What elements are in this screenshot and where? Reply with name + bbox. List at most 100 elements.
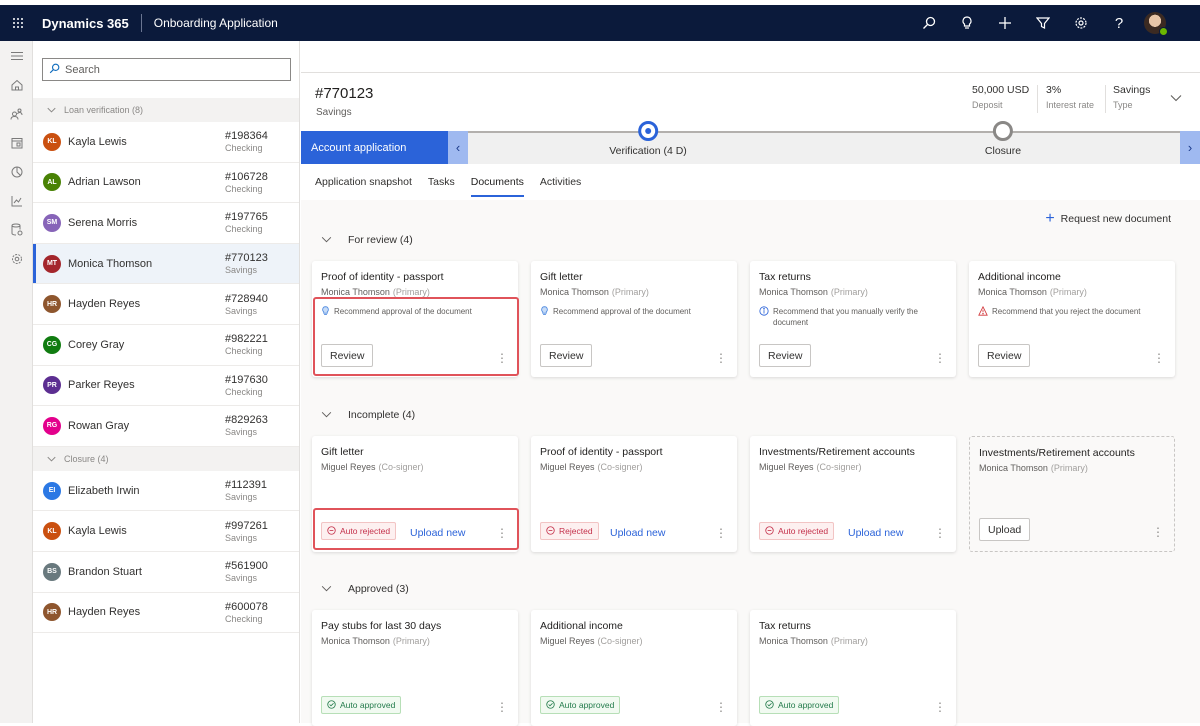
list-item-name: Elizabeth Irwin xyxy=(68,484,140,497)
tab-tasks[interactable]: Tasks xyxy=(420,176,463,200)
settings-button[interactable] xyxy=(1062,5,1100,41)
group-label: Loan verification (8) xyxy=(64,105,144,115)
status-badge: Auto approved xyxy=(540,696,621,714)
more-options-button[interactable]: ⋮ xyxy=(715,351,727,365)
more-options-button[interactable]: ⋮ xyxy=(496,701,508,713)
tab-activities[interactable]: Activities xyxy=(532,176,589,200)
account-info: #106728 Checking xyxy=(225,171,299,194)
stage-verification[interactable]: Verification (4 D) xyxy=(609,121,687,157)
list-item[interactable]: EI Elizabeth Irwin #112391 Savings xyxy=(33,471,299,512)
document-title: Investments/Retirement accounts xyxy=(759,446,915,458)
tab-application-snapshot[interactable]: Application snapshot xyxy=(307,176,420,200)
field-value: 50,000 USD xyxy=(972,84,1030,96)
list-item[interactable]: PR Parker Reyes #197630 Checking xyxy=(33,366,299,407)
more-options-button[interactable]: ⋮ xyxy=(715,701,727,713)
account-type: Savings xyxy=(225,492,258,503)
list-item[interactable]: KL Kayla Lewis #997261 Savings xyxy=(33,511,299,552)
list-group-header[interactable]: Loan verification (8) xyxy=(33,98,299,122)
owner-name: Monica Thomson xyxy=(321,287,390,297)
avatar: SM xyxy=(43,213,61,232)
review-button[interactable]: Review xyxy=(759,344,812,367)
review-button[interactable]: Review xyxy=(978,344,1031,367)
search-button[interactable] xyxy=(910,5,948,41)
record-list: Loan verification (8) KL Kayla Lewis #19836… xyxy=(33,98,299,634)
group-label: Closure (4) xyxy=(64,453,109,464)
tab-documents[interactable]: Documents xyxy=(463,176,532,200)
more-vertical-icon: ⋮ xyxy=(715,351,727,365)
chevron-down-icon xyxy=(321,410,332,421)
previous-stage-button[interactable]: ‹ xyxy=(448,131,468,164)
list-item[interactable]: BS Brandon Stuart #561900 Savings xyxy=(33,552,299,593)
stage-closure[interactable]: Closure xyxy=(985,121,1021,157)
next-stage-button[interactable]: › xyxy=(1180,131,1200,164)
owner-name: Miguel Reyes xyxy=(540,636,595,646)
search-icon xyxy=(49,63,60,77)
list-item[interactable]: SM Serena Morris #197765 Checking xyxy=(33,203,299,244)
waffle-icon xyxy=(13,18,23,28)
nav-calendar[interactable] xyxy=(0,128,33,157)
status-badge: Auto approved xyxy=(759,696,840,714)
more-vertical-icon: ⋮ xyxy=(934,526,946,540)
list-item-name: Brandon Stuart xyxy=(68,565,142,578)
help-button[interactable]: ? xyxy=(1100,5,1138,41)
owner-name: Monica Thomson xyxy=(540,287,609,297)
nav-data[interactable] xyxy=(0,215,33,244)
account-info: #829263 Savings xyxy=(225,414,299,437)
more-options-button[interactable]: ⋮ xyxy=(934,352,946,364)
list-item[interactable]: HR Hayden Reyes #728940 Savings xyxy=(33,284,299,325)
search-input[interactable]: Search xyxy=(42,58,291,81)
account-type: Checking xyxy=(225,183,263,194)
account-type: Checking xyxy=(225,346,263,357)
nav-contacts[interactable] xyxy=(0,99,33,128)
more-options-button[interactable]: ⋮ xyxy=(1152,526,1164,538)
expand-header-button[interactable] xyxy=(1170,91,1182,105)
more-options-button[interactable]: ⋮ xyxy=(1153,352,1165,364)
status-text: Rejected xyxy=(559,526,593,536)
owner-role: (Co-signer) xyxy=(597,462,643,472)
more-options-button[interactable]: ⋮ xyxy=(934,526,946,540)
section-header[interactable]: Approved (3) xyxy=(321,583,409,595)
upload-button[interactable]: Upload xyxy=(979,518,1031,541)
warning-icon xyxy=(978,305,988,319)
plus-icon: + xyxy=(1045,210,1055,227)
approved-icon xyxy=(327,699,336,711)
list-item[interactable]: KL Kayla Lewis #198364 Checking xyxy=(33,122,299,163)
document-owner: Monica Thomson (Primary) xyxy=(540,287,649,297)
nav-analytics[interactable] xyxy=(0,186,33,215)
list-item[interactable]: MT Monica Thomson #770123 Savings xyxy=(33,243,299,285)
app-launcher-button[interactable] xyxy=(0,5,36,41)
nav-settings[interactable] xyxy=(0,244,33,273)
stage-label: Closure xyxy=(984,145,1022,157)
list-item[interactable]: RG Rowan Gray #829263 Savings xyxy=(33,406,299,447)
new-button[interactable] xyxy=(986,5,1024,41)
upload-new-link[interactable]: Upload new xyxy=(610,527,665,539)
list-item[interactable]: HR Hayden Reyes #600078 Checking xyxy=(33,593,299,634)
nav-home[interactable] xyxy=(0,70,33,99)
section-header[interactable]: Incomplete (4) xyxy=(321,409,415,421)
field-divider xyxy=(1105,85,1106,113)
list-item-name: Adrian Lawson xyxy=(68,176,141,189)
upload-new-link[interactable]: Upload new xyxy=(848,527,903,539)
more-options-button[interactable]: ⋮ xyxy=(934,701,946,713)
list-item[interactable]: CG Corey Gray #982221 Checking xyxy=(33,325,299,366)
list-item[interactable]: AL Adrian Lawson #106728 Checking xyxy=(33,163,299,204)
filter-button[interactable] xyxy=(1024,5,1062,41)
list-item-name: Parker Reyes xyxy=(68,379,135,392)
brand-name[interactable]: Dynamics 365 xyxy=(42,16,129,31)
nav-reports[interactable] xyxy=(0,157,33,186)
account-number: #198364 xyxy=(225,130,268,143)
app-name[interactable]: Onboarding Application xyxy=(154,16,278,30)
owner-role: (Primary) xyxy=(392,636,430,646)
list-group-header[interactable]: Closure (4) xyxy=(33,446,299,471)
lightbulb-button[interactable] xyxy=(948,5,986,41)
review-button[interactable]: Review xyxy=(540,344,593,367)
request-new-document-button[interactable]: + Request new document xyxy=(1045,210,1171,227)
user-avatar[interactable] xyxy=(1144,12,1168,36)
nav-menu-button[interactable] xyxy=(0,41,33,70)
rejected-icon xyxy=(765,525,774,537)
owner-role: (Primary) xyxy=(830,287,868,297)
more-options-button[interactable]: ⋮ xyxy=(715,527,727,539)
recommendation-text: Recommend approval of the document xyxy=(553,307,691,316)
section-header[interactable]: For review (4) xyxy=(321,234,413,246)
active-stage-account-application[interactable]: Account application xyxy=(301,131,448,164)
